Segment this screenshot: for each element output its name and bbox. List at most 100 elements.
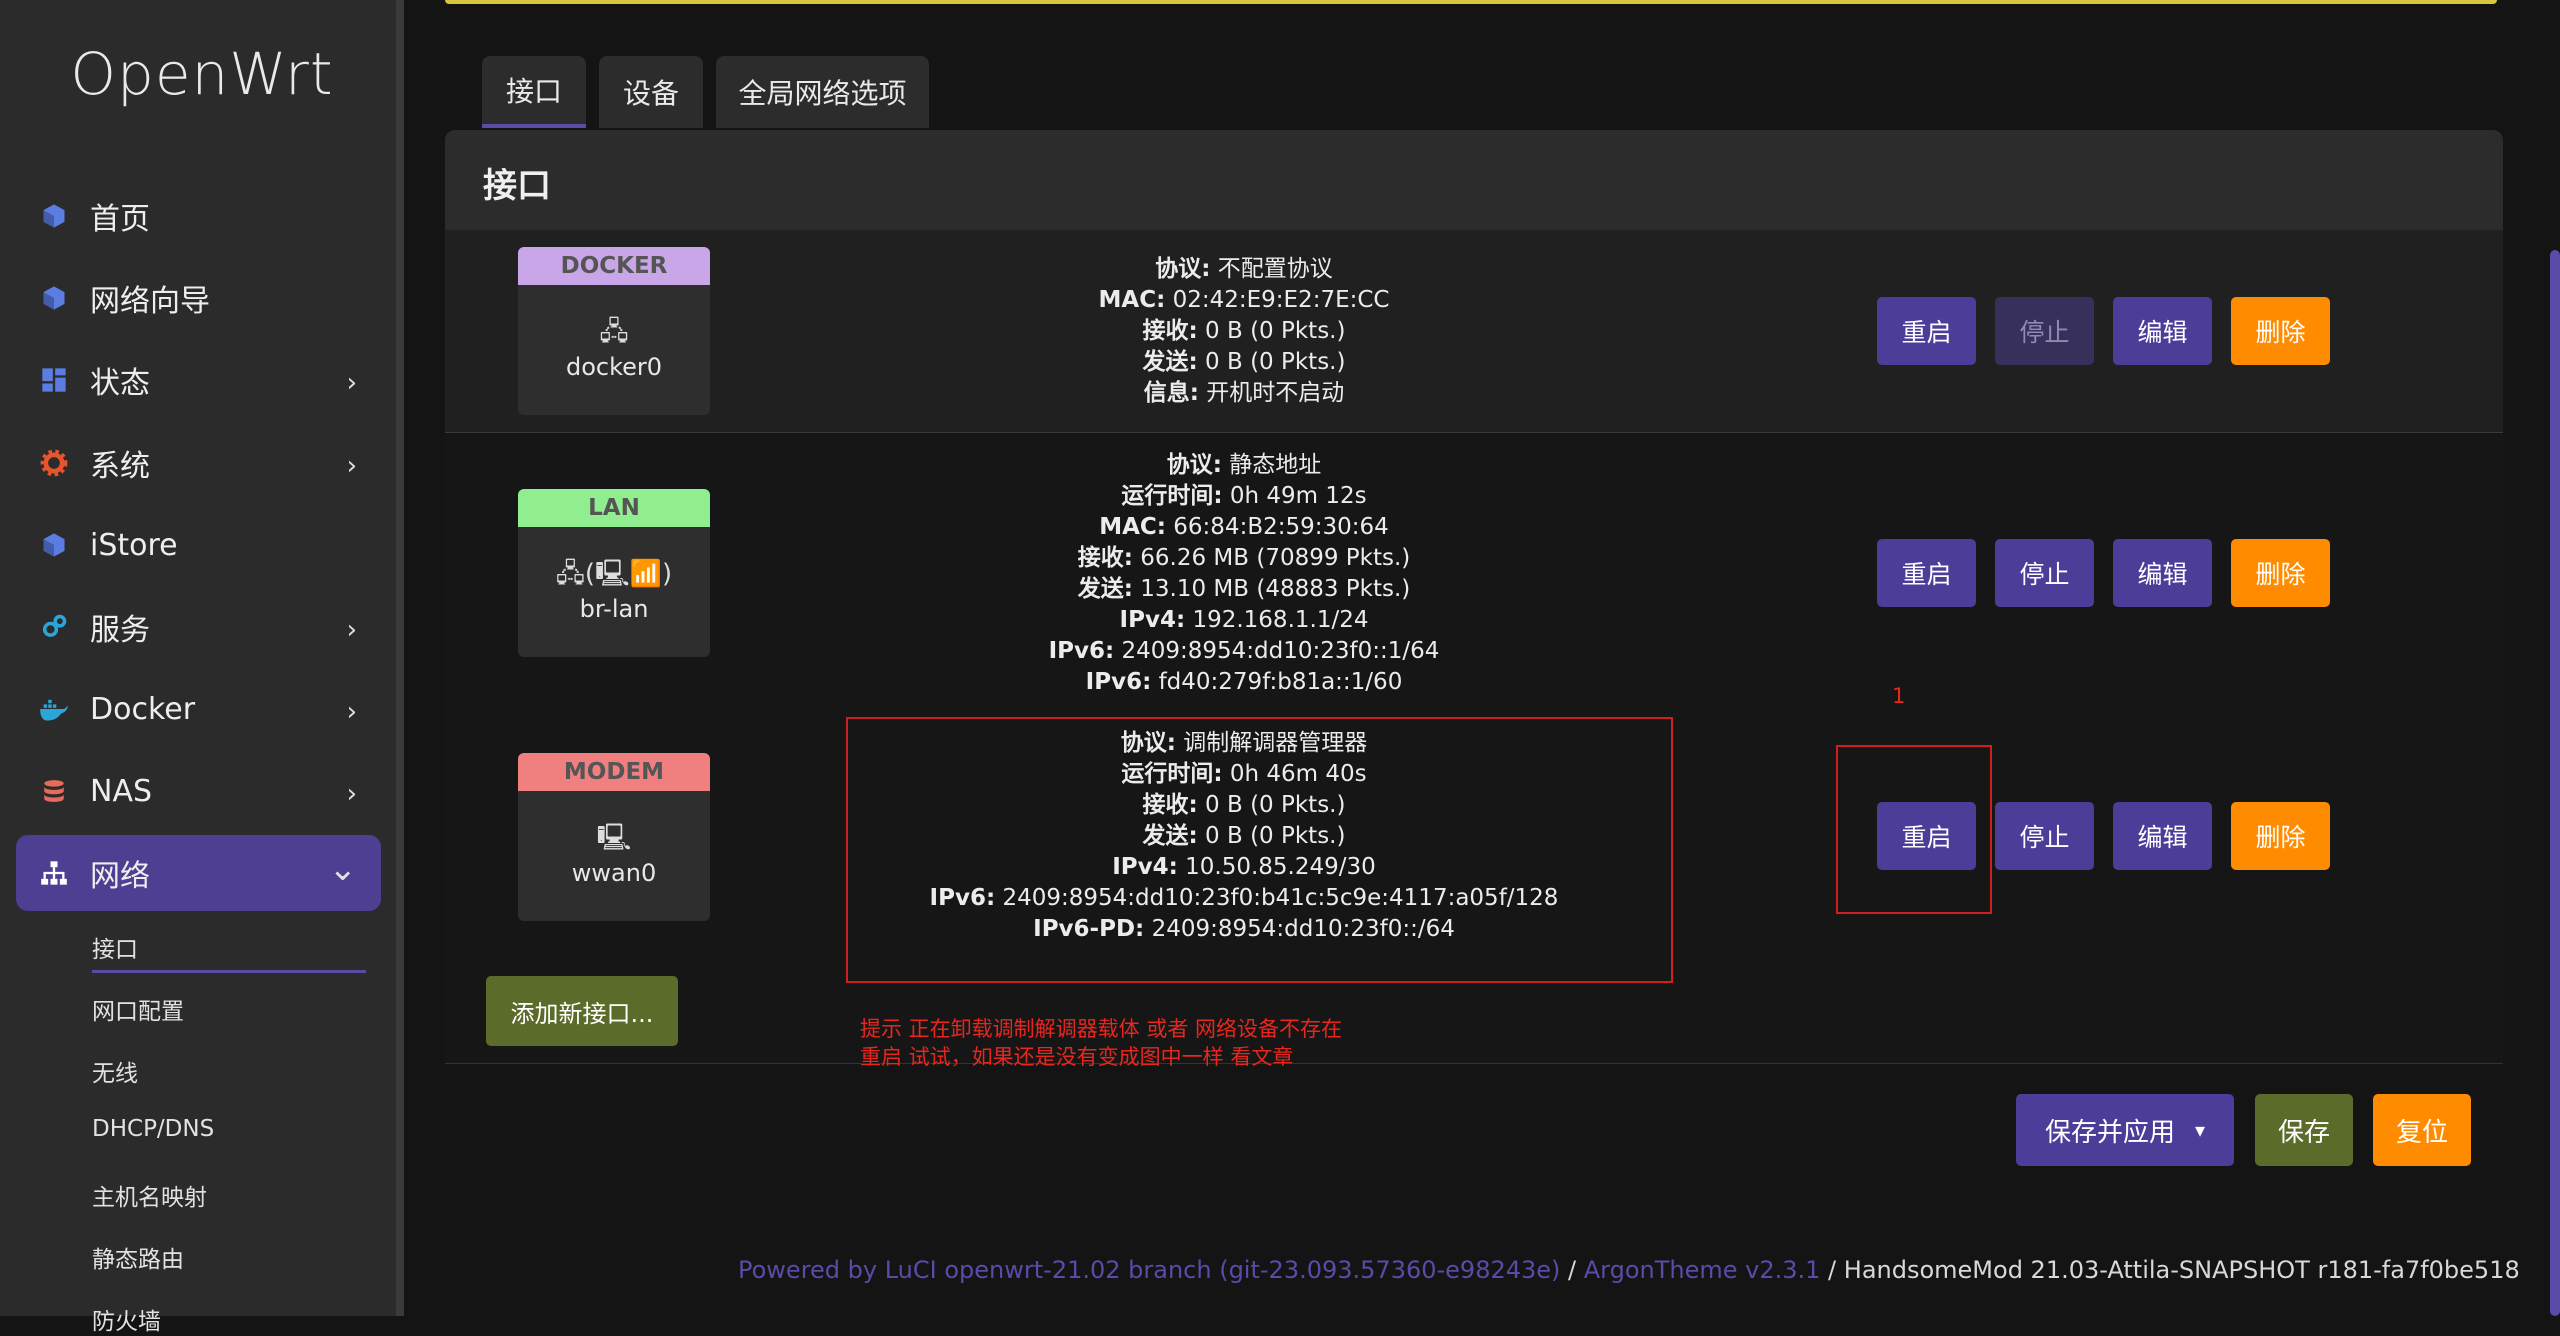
annotation-highlight-restart [1836,745,1992,914]
interface-info-line: 发送: 0 B (0 Pkts.) [744,347,1744,378]
stop-button[interactable]: 停止 [1995,539,2094,607]
chevron-right-icon: › [346,779,357,809]
restart-button[interactable]: 重启 [1877,297,1976,365]
sidebar-scrollbar[interactable] [396,0,404,1316]
footer-luci-link[interactable]: Powered by LuCI openwrt-21.02 branch (gi… [738,1256,1560,1284]
tab-devices[interactable]: 设备 [599,56,703,128]
info-value: 66:84:B2:59:30:64 [1173,514,1389,540]
info-value: 2409:8954:dd10:23f0::1/64 [1121,638,1440,664]
tab-interfaces[interactable]: 接口 [482,56,586,128]
info-key: IPv6: [1048,638,1115,664]
interface-info-line: 运行时间: 0h 49m 12s [744,481,1744,512]
chevron-right-icon: › [346,697,357,727]
interface-name: LAN [518,489,710,527]
delete-button[interactable]: 删除 [2231,297,2330,365]
save-button[interactable]: 保存 [2255,1094,2353,1166]
database-icon [38,775,70,807]
footer-sep: / [1820,1256,1844,1284]
main-scrollbar[interactable] [2550,250,2560,1316]
delete-button[interactable]: 删除 [2231,802,2330,870]
interface-info-line: MAC: 02:42:E9:E2:7E:CC [744,285,1744,316]
reset-button[interactable]: 复位 [2373,1094,2471,1166]
cube-icon [38,200,70,232]
panel-header: 接口 [445,130,2503,230]
network-device-icon: 🖧 [599,317,629,347]
info-key: 运行时间: [1121,483,1223,509]
interface-info-line: IPv6: 2409:8954:dd10:23f0::1/64 [744,636,1744,667]
sidebar-subitem[interactable]: 防火墙 [92,1302,161,1336]
restart-button[interactable]: 重启 [1877,539,1976,607]
sidebar-item-状态[interactable]: 状态 › [16,342,381,418]
info-key: MAC: [1098,287,1166,313]
interface-info-line: 接收: 66.26 MB (70899 Pkts.) [744,543,1744,574]
footer: Powered by LuCI openwrt-21.02 branch (gi… [738,1256,2520,1284]
sidebar-item-label: 网络 [90,859,150,894]
interface-info: 协议: 不配置协议 MAC: 02:42:E9:E2:7E:CC 接收: 0 B (… [744,254,1744,409]
interface-device: br-lan [579,595,649,623]
sidebar-item-label: iStore [90,527,178,563]
info-value: fd40:279f:b81a::1/60 [1158,669,1403,695]
cube-icon [38,529,70,561]
info-value: 开机时不启动 [1206,380,1345,406]
info-value: 0h 49m 12s [1229,483,1367,509]
interface-badge: LAN 🖧(🖳📶) br-lan [518,489,710,657]
delete-button[interactable]: 删除 [2231,539,2330,607]
edit-button[interactable]: 编辑 [2113,802,2212,870]
interface-badge: DOCKER 🖧 docker0 [518,247,710,415]
sidebar-item-label: 系统 [90,449,150,484]
info-key: 发送: [1077,576,1133,602]
interface-badge: MODEM 🖳 wwan0 [518,753,710,921]
sidebar-item-系统[interactable]: 系统 › [16,425,381,501]
dropdown-arrow-icon: ▾ [2194,1118,2206,1142]
info-value: 不配置协议 [1217,256,1333,282]
interface-info-line: 发送: 13.10 MB (48883 Pkts.) [744,574,1744,605]
info-key: 信息: [1143,380,1199,406]
interface-info-line: 接收: 0 B (0 Pkts.) [744,316,1744,347]
stop-button[interactable]: 停止 [1995,802,2094,870]
add-interface-button[interactable]: 添加新接口... [486,976,678,1046]
sidebar-item-docker[interactable]: Docker › [16,671,381,747]
sidebar-item-label: 服务 [90,613,150,648]
sidebar-subitem[interactable]: 网口配置 [92,992,184,1026]
interface-info-line: IPv6: fd40:279f:b81a::1/60 [744,667,1744,698]
interface-info-line: 协议: 静态地址 [744,450,1744,481]
sitemap-icon [38,857,70,889]
chevron-down-icon: ⌄ [328,849,358,889]
edit-button[interactable]: 编辑 [2113,539,2212,607]
interface-info-line: IPv4: 192.168.1.1/24 [744,605,1744,636]
sidebar-item-label: Docker [90,691,196,727]
edit-button[interactable]: 编辑 [2113,297,2212,365]
active-subitem-underline [92,970,366,973]
info-key: 协议: [1155,256,1211,282]
sidebar-item-首页[interactable]: 首页 [16,178,381,254]
brand-logo[interactable]: OpenWrt [0,40,404,108]
tab-global-options[interactable]: 全局网络选项 [716,56,929,128]
sidebar-item-服务[interactable]: 服务 › [16,589,381,665]
network-device-icon: 🖳 [596,823,632,853]
interface-name: MODEM [518,753,710,791]
info-value: 192.168.1.1/24 [1192,607,1369,633]
interface-info-line: 协议: 不配置协议 [744,254,1744,285]
sidebar-subitem[interactable]: 静态路由 [92,1240,184,1274]
annotation-highlight-info [846,717,1673,983]
info-key: IPv4: [1119,607,1186,633]
gears-icon [38,611,70,643]
stop-button[interactable]: 停止 [1995,297,2094,365]
sidebar-item-nas[interactable]: NAS › [16,753,381,829]
panel-title: 接口 [483,166,551,206]
chevron-right-icon: › [346,451,357,481]
sidebar-item-网络向导[interactable]: 网络向导 [16,260,381,336]
sidebar-subitem[interactable]: 接口 [92,930,138,964]
sidebar-subitem[interactable]: 无线 [92,1054,138,1088]
annotation-note: 提示 正在卸载调制解调器载体 或者 网络设备不存在 [860,1017,1343,1041]
interface-name: DOCKER [518,247,710,285]
footer-theme-link[interactable]: ArgonTheme v2.3.1 [1584,1256,1821,1284]
info-value: 66.26 MB (70899 Pkts.) [1140,545,1411,571]
save-apply-button[interactable]: 保存并应用 ▾ [2016,1094,2234,1166]
info-value: 13.10 MB (48883 Pkts.) [1140,576,1411,602]
interface-info: 协议: 静态地址 运行时间: 0h 49m 12s MAC: 66:84:B2:59… [744,450,1744,698]
sidebar-subitem[interactable]: 主机名映射 [92,1178,207,1212]
sidebar-subitem[interactable]: DHCP/DNS [92,1116,214,1142]
sidebar-item-istore[interactable]: iStore [16,507,381,583]
sidebar-item-网络[interactable]: 网络 ⌄ [16,835,381,911]
